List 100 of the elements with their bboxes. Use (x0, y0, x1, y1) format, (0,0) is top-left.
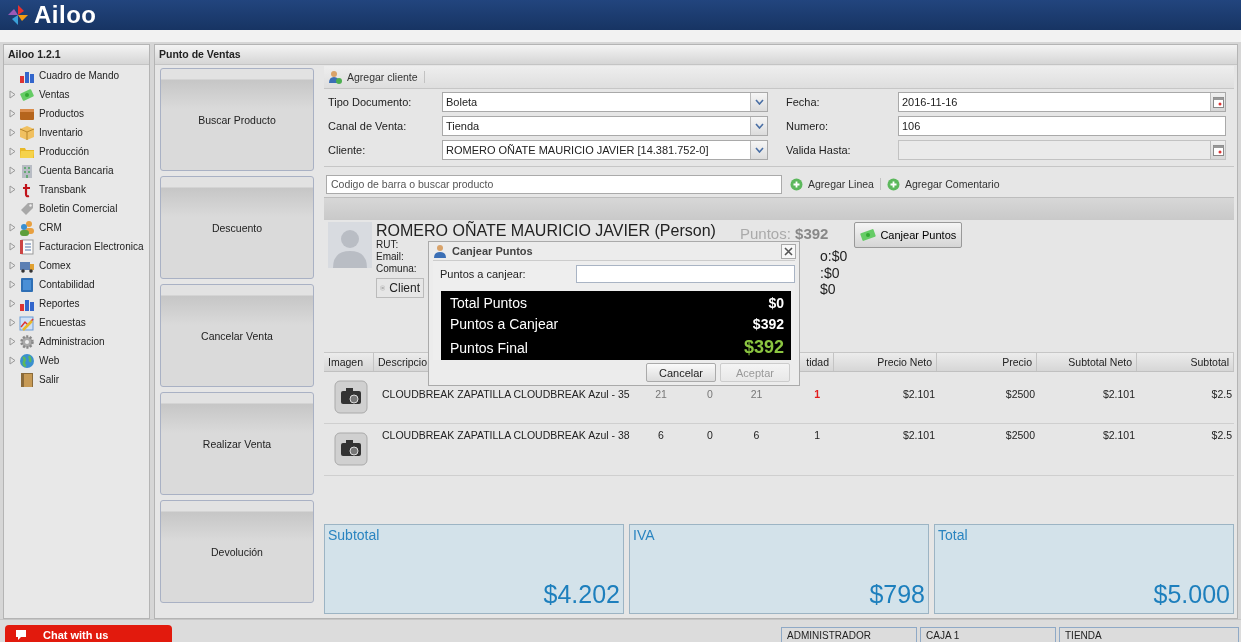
add-line-button[interactable]: Agregar Linea (790, 177, 874, 191)
column-header[interactable]: Imagen (324, 353, 374, 371)
globe-icon (19, 352, 35, 369)
notebook-icon (19, 238, 35, 255)
field-label: Fecha: (786, 96, 821, 108)
client-name: ROMERO OÑATE MAURICIO JAVIER (Person) (376, 222, 716, 239)
door-icon (19, 371, 35, 388)
building-icon (19, 162, 35, 179)
action-button[interactable]: Devolución (160, 500, 314, 603)
table-cell-text: $2.5 (1210, 429, 1233, 441)
sidebar-item[interactable]: Cuenta Bancaria (4, 161, 149, 180)
field-label: Comuna: (376, 263, 417, 275)
select-field[interactable]: ROMERO OÑATE MAURICIO JAVIER [14.381.752-0] (442, 140, 768, 160)
sidebar-item[interactable]: Inventario (4, 123, 149, 142)
action-button[interactable]: Descuento (160, 176, 314, 279)
table-cell-text: 0 (706, 429, 714, 441)
banknote-icon (19, 86, 35, 103)
sidebar-item[interactable]: Ventas (4, 85, 149, 104)
sidebar-item[interactable]: Cuadro de Mando (4, 66, 149, 85)
summary-text: :$0 (820, 264, 841, 281)
logo-icon (6, 3, 30, 27)
field-label: Valida Hasta: (786, 144, 852, 156)
field-label: Cliente: (328, 144, 367, 156)
close-button[interactable] (781, 244, 796, 259)
calendar-icon (1212, 144, 1224, 156)
total-amount: $5.000 (1152, 580, 1230, 609)
chart-pencil-icon (19, 314, 35, 331)
client-chip[interactable]: Client (376, 278, 424, 298)
table-cell-text: 21 (749, 388, 764, 400)
sidebar-item[interactable]: Encuestas (4, 313, 149, 332)
close-icon (784, 247, 793, 256)
table-cell-text: 0 (706, 388, 714, 400)
chat-bubble-icon (14, 628, 28, 642)
input-field[interactable]: 106 (898, 116, 1226, 136)
person-add-icon (328, 70, 342, 84)
sidebar-item[interactable]: Boletin Comercial (4, 199, 149, 218)
search-field[interactable]: Codigo de barra o buscar producto (326, 174, 782, 194)
total-amount: $798 (868, 580, 925, 609)
summary-label: Puntos Final (450, 340, 528, 356)
sidebar-item[interactable]: Productos (4, 104, 149, 123)
table-cell-text: 1 (813, 429, 821, 441)
table-cell-text: 21 (654, 388, 668, 400)
people-icon (19, 219, 35, 236)
sidebar-item[interactable]: Facturacion Electronica (4, 237, 149, 256)
summary-value: $0 (768, 295, 784, 311)
cancel-button[interactable]: Cancelar (646, 363, 716, 382)
banknote-icon (860, 228, 877, 242)
redeem-points-button[interactable]: Canjear Puntos (854, 222, 963, 248)
sidebar-item[interactable]: Transbank (4, 180, 149, 199)
sidebar-item[interactable]: Reportes (4, 294, 149, 313)
table-cell-text: $2.5 (1210, 388, 1233, 400)
book-icon (19, 276, 35, 293)
table-cell-text: $2.101 (901, 429, 936, 441)
summary-label: Total Puntos (450, 295, 528, 311)
dialog-title: Canjear Puntos (452, 245, 533, 257)
chat-button[interactable]: Chat with us (5, 625, 172, 642)
table-cell-text: 6 (657, 429, 665, 441)
summary-text: $0 (820, 281, 837, 298)
points-input[interactable] (575, 265, 795, 283)
select-field[interactable]: Tienda (442, 116, 768, 136)
sidebar-item[interactable]: Web (4, 351, 149, 370)
total-amount: $4.202 (542, 580, 620, 609)
date-field[interactable]: 2016-11-16 (898, 92, 1226, 112)
add-comment-button[interactable]: Agregar Comentario (886, 177, 1000, 191)
plus-icon (886, 177, 900, 191)
column-header[interactable]: Precio Neto (834, 353, 937, 371)
sidebar-item[interactable]: Contabilidad (4, 275, 149, 294)
column-header[interactable]: Subtotal (1137, 353, 1234, 371)
total-label: Total (938, 527, 969, 543)
add-client-button[interactable]: Agregar cliente (328, 70, 418, 84)
sidebar-item[interactable]: Producción (4, 142, 149, 161)
table-cell-text: 1 (813, 388, 821, 400)
product-description: CLOUDBREAK ZAPATILLA CLOUDBREAK Azul - 38 (381, 429, 631, 441)
sidebar-item[interactable]: Comex (4, 256, 149, 275)
sidebar-item[interactable]: CRM (4, 218, 149, 237)
plus-icon (790, 177, 803, 191)
person-icon (433, 244, 447, 258)
camera-icon (334, 380, 368, 414)
sidebar-item[interactable]: Administracion (4, 332, 149, 351)
sidebar-item[interactable]: Salir (4, 370, 149, 389)
field-label: Canal de Venta: (328, 120, 408, 132)
points-total: Puntos: $392 (740, 224, 829, 242)
status-cell: ADMINISTRADOR (781, 627, 917, 642)
app-logo: Ailoo (34, 1, 97, 29)
close-icon (380, 282, 386, 294)
column-header[interactable]: Precio (937, 353, 1037, 371)
status-cell: CAJA 1 (920, 627, 1056, 642)
action-button[interactable]: Cancelar Venta (160, 284, 314, 387)
field-label: Email: (376, 251, 404, 263)
table-cell-text: $2500 (1004, 388, 1036, 400)
select-field[interactable]: Boleta (442, 92, 768, 112)
sidebar-title: Ailoo 1.2.1 (4, 45, 149, 65)
action-button[interactable]: Realizar Venta (160, 392, 314, 495)
camera-icon (334, 432, 368, 466)
total-label: Subtotal (328, 527, 381, 543)
table-cell-text: $2.101 (1101, 429, 1136, 441)
action-button[interactable]: Buscar Producto (160, 68, 314, 171)
avatar-icon (328, 222, 372, 268)
panel-title: Punto de Ventas (155, 45, 1237, 65)
column-header[interactable]: Subtotal Neto (1037, 353, 1137, 371)
